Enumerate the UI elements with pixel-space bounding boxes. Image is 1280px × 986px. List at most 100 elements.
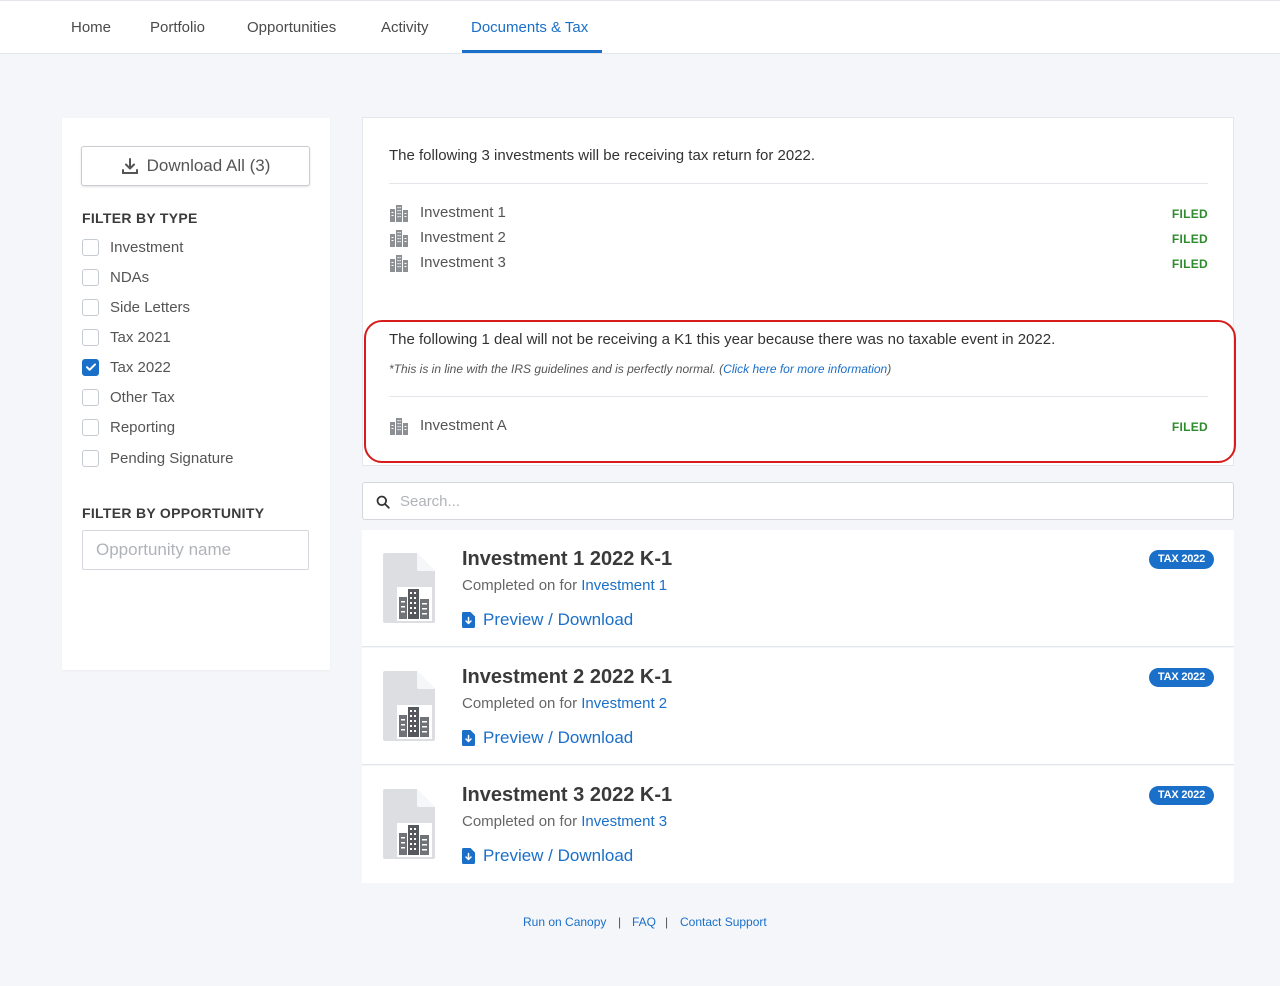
download-icon <box>121 158 138 174</box>
document-building-icon <box>383 671 435 741</box>
building-icon <box>390 205 408 222</box>
footer-separator: | <box>665 915 669 929</box>
filter-side-letters[interactable]: Side Letters <box>82 297 190 317</box>
preview-download-link[interactable]: Preview / Download <box>462 610 633 630</box>
building-icon <box>390 255 408 272</box>
document-subtitle: Completed on for Investment 1 <box>462 577 667 594</box>
filter-label: Other Tax <box>110 388 175 406</box>
checkbox[interactable] <box>82 418 99 436</box>
tab-opportunities[interactable]: Opportunities <box>247 19 336 36</box>
document-title: Investment 3 2022 K-1 <box>462 784 673 806</box>
investment-name: Investment 1 <box>420 204 506 221</box>
investment-row: Investment A FILED <box>389 416 1208 436</box>
footer-separator: | <box>618 915 622 929</box>
checkbox[interactable] <box>82 298 99 316</box>
more-info-link[interactable]: Click here for more information <box>723 362 887 376</box>
tab-documents-tax[interactable]: Documents & Tax <box>471 19 588 36</box>
filter-label: NDAs <box>110 268 150 286</box>
document-subtitle: Completed on for Investment 2 <box>462 695 667 712</box>
building-icon <box>390 418 408 435</box>
preview-download-label: Preview / Download <box>483 846 634 865</box>
search-icon <box>376 495 390 509</box>
filed-status: FILED <box>1171 420 1208 434</box>
top-nav: Home Portfolio Opportunities Activity Do… <box>0 0 1280 54</box>
filter-ndas[interactable]: NDAs <box>82 267 149 287</box>
tax-2022-badge: TAX 2022 <box>1148 550 1214 569</box>
filed-status: FILED <box>1171 232 1208 246</box>
investment-row: Investment 2 FILED <box>389 228 1208 248</box>
filter-investment[interactable]: Investment <box>82 237 183 257</box>
filter-label: Reporting <box>110 418 176 436</box>
filter-opportunity-heading: FILTER BY OPPORTUNITY <box>82 505 265 521</box>
active-tab-indicator <box>462 50 602 53</box>
preview-download-label: Preview / Download <box>483 728 634 747</box>
filter-sidebar: Download All (3) FILTER BY TYPE Investme… <box>62 118 330 670</box>
filter-pending-signature[interactable]: Pending Signature <box>82 448 233 468</box>
opportunity-name-input[interactable] <box>82 530 309 570</box>
completed-text: Completed on for <box>462 813 578 830</box>
document-title: Investment 2 2022 K-1 <box>462 666 673 688</box>
tax-2022-badge: TAX 2022 <box>1148 668 1214 687</box>
receiving-intro: The following 3 investments will be rece… <box>389 147 816 164</box>
tax-2022-badge: TAX 2022 <box>1148 786 1214 805</box>
checkbox[interactable] <box>82 328 99 346</box>
download-all-button[interactable]: Download All (3) <box>81 146 310 186</box>
filter-label: Pending Signature <box>110 449 234 467</box>
faq-link[interactable]: FAQ <box>632 915 656 929</box>
filter-tax-2021[interactable]: Tax 2021 <box>82 327 171 347</box>
footer: Run on Canopy | FAQ | Contact Support <box>0 915 1280 935</box>
document-title: Investment 1 2022 K-1 <box>462 548 673 570</box>
tab-activity[interactable]: Activity <box>381 19 429 36</box>
preview-download-link[interactable]: Preview / Download <box>462 846 633 866</box>
investment-row: Investment 3 FILED <box>389 253 1208 273</box>
document-building-icon <box>383 789 435 859</box>
document-card: Investment 2 2022 K-1 Completed on for I… <box>362 648 1234 765</box>
divider <box>389 183 1208 184</box>
note-text-end: ) <box>887 362 892 376</box>
investment-row: Investment 1 FILED <box>389 203 1208 223</box>
note-text: *This is in line with the IRS guidelines… <box>389 362 724 376</box>
tab-home[interactable]: Home <box>71 19 111 36</box>
investment-link[interactable]: Investment 3 <box>581 813 667 830</box>
filter-label: Tax 2022 <box>110 358 171 376</box>
document-search <box>362 482 1234 520</box>
document-subtitle: Completed on for Investment 3 <box>462 813 667 830</box>
search-input[interactable] <box>400 483 1220 519</box>
investment-link[interactable]: Investment 2 <box>581 695 667 712</box>
filter-other-tax[interactable]: Other Tax <box>82 387 175 407</box>
preview-download-link[interactable]: Preview / Download <box>462 728 633 748</box>
filed-status: FILED <box>1171 207 1208 221</box>
contact-support-link[interactable]: Contact Support <box>680 915 767 929</box>
document-card: Investment 3 2022 K-1 Completed on for I… <box>362 766 1234 883</box>
irs-note: *This is in line with the IRS guidelines… <box>389 362 891 376</box>
preview-download-label: Preview / Download <box>483 610 634 629</box>
filed-status: FILED <box>1171 257 1208 271</box>
file-download-icon <box>462 848 475 864</box>
investment-link[interactable]: Investment 1 <box>581 577 667 594</box>
checkbox[interactable] <box>82 268 99 286</box>
completed-text: Completed on for <box>462 695 578 712</box>
building-icon <box>390 230 408 247</box>
download-all-label: Download All (3) <box>146 156 271 175</box>
not-receiving-intro: The following 1 deal will not be receivi… <box>389 331 1056 348</box>
run-on-canopy-link[interactable]: Run on Canopy <box>523 915 606 929</box>
investment-name: Investment A <box>420 417 507 434</box>
investment-name: Investment 3 <box>420 254 506 271</box>
document-building-icon <box>383 553 435 623</box>
file-download-icon <box>462 730 475 746</box>
filter-reporting[interactable]: Reporting <box>82 417 175 437</box>
tax-return-panel: The following 3 investments will be rece… <box>362 117 1234 466</box>
checkbox-checked[interactable] <box>82 358 99 376</box>
tab-portfolio[interactable]: Portfolio <box>150 19 205 36</box>
checkbox[interactable] <box>82 449 99 467</box>
divider <box>389 396 1208 397</box>
investment-name: Investment 2 <box>420 229 506 246</box>
filter-label: Investment <box>110 238 184 256</box>
file-download-icon <box>462 612 475 628</box>
checkbox[interactable] <box>82 238 99 256</box>
checkbox[interactable] <box>82 388 99 406</box>
filter-tax-2022[interactable]: Tax 2022 <box>82 357 171 377</box>
filter-type-heading: FILTER BY TYPE <box>82 210 198 226</box>
filter-label: Tax 2021 <box>110 328 171 346</box>
completed-text: Completed on for <box>462 577 578 594</box>
